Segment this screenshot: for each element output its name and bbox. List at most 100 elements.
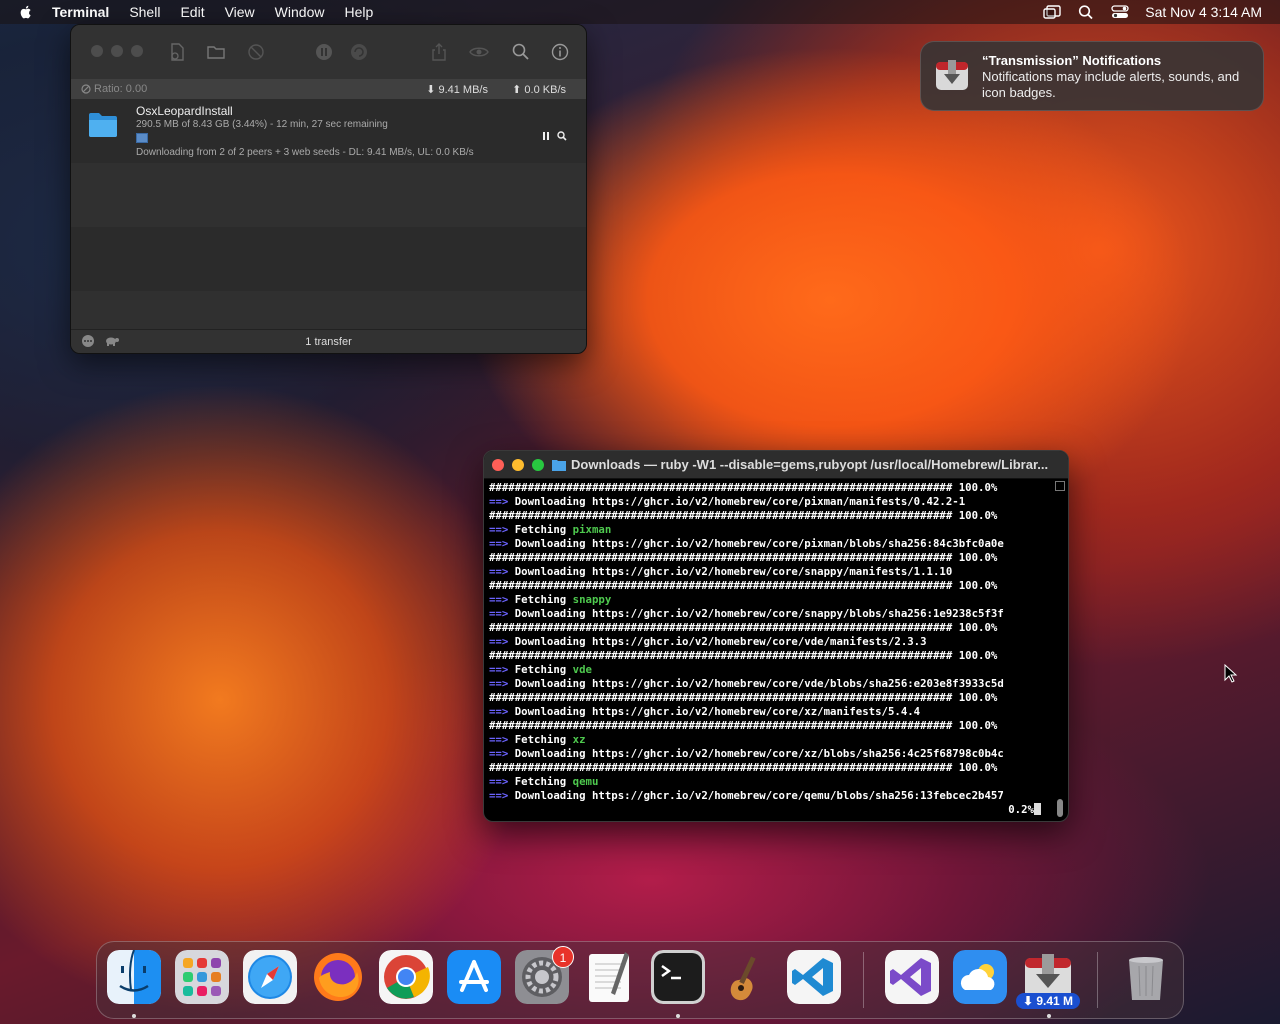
- scrollbar-top-marker: [1055, 481, 1065, 491]
- terminal-line: ==> Downloading https://ghcr.io/v2/homeb…: [489, 495, 966, 508]
- notification-title: “Transmission” Notifications: [982, 53, 1162, 68]
- chrome-icon[interactable]: [379, 950, 433, 1004]
- screen-mirroring-icon[interactable]: [1043, 4, 1061, 20]
- download-arrow-icon: ⬇: [426, 83, 436, 96]
- empty-row: [71, 291, 586, 331]
- zoom-button[interactable]: [131, 45, 143, 57]
- resume-all-icon[interactable]: [349, 42, 369, 62]
- menu-shell[interactable]: Shell: [129, 4, 160, 20]
- transmission-toolbar: [71, 25, 586, 79]
- torrent-status-text: Downloading from 2 of 2 peers + 3 web se…: [136, 147, 474, 158]
- safari-icon[interactable]: [243, 950, 297, 1004]
- terminal-line: ==> Fetching qemu: [489, 775, 599, 788]
- dock-separator: [1097, 952, 1098, 1008]
- pause-torrent-icon[interactable]: [541, 131, 551, 141]
- zoom-button[interactable]: [532, 459, 544, 471]
- inspector-info-icon[interactable]: [550, 42, 570, 62]
- transfer-count: 1 transfer: [305, 335, 352, 348]
- terminal-window: Downloads — ruby -W1 --disable=gems,ruby…: [483, 450, 1069, 822]
- remove-torrent-icon[interactable]: [246, 42, 266, 62]
- terminal-line: ########################################…: [489, 691, 998, 704]
- transmission-speed-badge: ⬇ 9.41 M: [1016, 993, 1080, 1009]
- notification-badge: 1: [552, 946, 574, 968]
- menu-view[interactable]: View: [225, 4, 255, 20]
- terminal-progress-line: 0.2%: [489, 803, 1051, 817]
- terminal-line: ########################################…: [489, 551, 998, 564]
- minimize-button[interactable]: [111, 45, 123, 57]
- reveal-in-finder-icon[interactable]: [557, 131, 567, 141]
- garageband-icon[interactable]: [719, 950, 773, 1004]
- transmission-footer: 1 transfer: [71, 329, 586, 353]
- trash-icon[interactable]: [1119, 950, 1173, 1004]
- action-menu-icon[interactable]: [81, 334, 95, 348]
- visual-studio-icon[interactable]: [885, 950, 939, 1004]
- terminal-output[interactable]: ########################################…: [489, 481, 1051, 817]
- speed-limit-turtle-icon[interactable]: [103, 334, 121, 348]
- ratio-icon: [81, 84, 91, 94]
- ratio-display[interactable]: Ratio: 0.00: [81, 83, 147, 95]
- menu-bar-clock[interactable]: Sat Nov 4 3:14 AM: [1145, 4, 1262, 20]
- transmission-status-bar: Ratio: 0.00 ⬇ 9.41 MB/s ⬆ 0.0 KB/s: [71, 79, 586, 99]
- spotlight-search-icon[interactable]: [1077, 4, 1095, 20]
- terminal-line: ==> Downloading https://ghcr.io/v2/homeb…: [489, 635, 927, 648]
- torrent-progress-bar: [136, 133, 148, 143]
- menu-edit[interactable]: Edit: [180, 4, 204, 20]
- menu-help[interactable]: Help: [344, 4, 373, 20]
- share-icon[interactable]: [429, 42, 449, 62]
- apple-menu-icon[interactable]: [18, 4, 34, 20]
- torrent-row[interactable]: OsxLeopardInstall 290.5 MB of 8.43 GB (3…: [71, 99, 586, 163]
- notification-body: Notifications may include alerts, sounds…: [982, 69, 1240, 100]
- torrent-progress-text: 290.5 MB of 8.43 GB (3.44%) - 12 min, 27…: [136, 119, 388, 130]
- app-store-icon[interactable]: [447, 950, 501, 1004]
- filter-search-icon[interactable]: [511, 42, 531, 62]
- running-indicator: [676, 1014, 680, 1018]
- minimize-button[interactable]: [512, 459, 524, 471]
- terminal-line: ==> Downloading https://ghcr.io/v2/homeb…: [489, 705, 921, 718]
- terminal-line: ==> Downloading https://ghcr.io/v2/homeb…: [489, 747, 1004, 760]
- terminal-line: ########################################…: [489, 509, 998, 522]
- quick-look-icon[interactable]: [469, 42, 489, 62]
- window-controls: [91, 45, 143, 57]
- empty-row: [71, 163, 586, 227]
- terminal-line: ==> Fetching pixman: [489, 523, 612, 536]
- terminal-line: ==> Downloading https://ghcr.io/v2/homeb…: [489, 677, 1004, 690]
- terminal-line: ==> Fetching vde: [489, 663, 592, 676]
- close-button[interactable]: [492, 459, 504, 471]
- empty-row: [71, 227, 586, 291]
- terminal-line: ==> Fetching xz: [489, 733, 586, 746]
- torrent-name: OsxLeopardInstall: [136, 104, 233, 118]
- pause-all-icon[interactable]: [314, 42, 334, 62]
- terminal-title-bar[interactable]: Downloads — ruby -W1 --disable=gems,ruby…: [484, 451, 1068, 479]
- create-torrent-icon[interactable]: [167, 42, 187, 62]
- finder-icon[interactable]: [107, 950, 161, 1004]
- terminal-line: ==> Fetching snappy: [489, 593, 612, 606]
- folder-icon: [89, 113, 117, 137]
- close-button[interactable]: [91, 45, 103, 57]
- global-download-speed: ⬇ 9.41 MB/s: [426, 83, 488, 96]
- notification-banner[interactable]: “Transmission” Notifications Notificatio…: [920, 41, 1264, 111]
- terminal-line: ########################################…: [489, 481, 998, 494]
- folder-icon: [552, 460, 566, 471]
- launchpad-icon[interactable]: [175, 950, 229, 1004]
- weather-icon[interactable]: [953, 950, 1007, 1004]
- firefox-icon[interactable]: [311, 950, 365, 1004]
- running-indicator: [1047, 1014, 1051, 1018]
- control-center-icon[interactable]: [1111, 4, 1129, 20]
- terminal-line: ==> Downloading https://ghcr.io/v2/homeb…: [489, 565, 953, 578]
- terminal-line: ########################################…: [489, 649, 998, 662]
- vscode-icon[interactable]: [787, 950, 841, 1004]
- scrollbar-thumb[interactable]: [1057, 799, 1063, 817]
- textedit-icon[interactable]: [583, 950, 637, 1004]
- transmission-window: Ratio: 0.00 ⬇ 9.41 MB/s ⬆ 0.0 KB/s OsxLe…: [70, 24, 587, 354]
- upload-arrow-icon: ⬆: [512, 83, 522, 96]
- terminal-icon[interactable]: [651, 950, 705, 1004]
- menu-app-terminal[interactable]: Terminal: [52, 4, 109, 20]
- terminal-line: ==> Downloading https://ghcr.io/v2/homeb…: [489, 537, 1004, 550]
- terminal-line: ==> Downloading https://ghcr.io/v2/homeb…: [489, 607, 1004, 620]
- terminal-line: ########################################…: [489, 761, 998, 774]
- upload-speed-text: 0.0 KB/s: [524, 83, 566, 96]
- terminal-scrollbar[interactable]: [1055, 481, 1065, 819]
- open-folder-icon[interactable]: [206, 42, 226, 62]
- terminal-line: ==> Downloading https://ghcr.io/v2/homeb…: [489, 789, 1004, 802]
- menu-window[interactable]: Window: [275, 4, 325, 20]
